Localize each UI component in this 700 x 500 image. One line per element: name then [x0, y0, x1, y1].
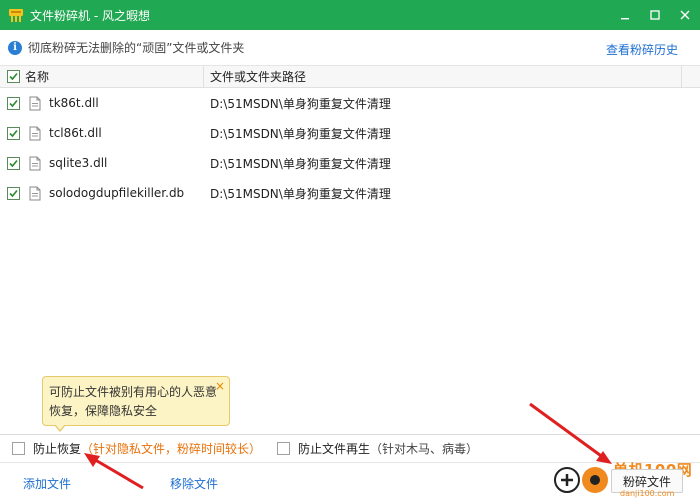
row-checkbox[interactable] — [7, 186, 20, 200]
tooltip-line-2: 恢复，保障隐私安全 — [49, 404, 158, 418]
prevent-recovery-note: （针对隐私文件，粉碎时间较长） — [81, 442, 262, 456]
close-button[interactable] — [670, 0, 700, 30]
prevent-regen-checkbox[interactable] — [277, 442, 291, 455]
info-bar: i 彻底粉碎无法删除的“顽固”文件或文件夹 查看粉碎历史 — [0, 30, 700, 66]
row-checkbox[interactable] — [7, 156, 20, 170]
info-icon: i — [8, 40, 22, 55]
prevent-regen-label: 防止文件再生 — [298, 442, 371, 456]
minimize-button[interactable] — [610, 0, 640, 30]
watermark-url: danji100.com — [620, 489, 675, 498]
tooltip-close-icon[interactable]: × — [215, 377, 225, 396]
file-icon — [29, 186, 41, 200]
column-path-label: 文件或文件夹路径 — [210, 70, 307, 84]
table-row[interactable]: tk86t.dll D:\51MSDN\单身狗重复文件清理 — [0, 88, 700, 118]
table-row[interactable]: sqlite3.dll D:\51MSDN\单身狗重复文件清理 — [0, 148, 700, 178]
prevent-recovery-checkbox[interactable] — [12, 442, 25, 455]
remove-file-button[interactable]: 移除文件 — [170, 475, 218, 492]
column-path-header[interactable]: 文件或文件夹路径 — [204, 65, 682, 88]
tooltip-tail-inner — [55, 424, 65, 430]
prevent-regen-option[interactable]: 防止文件再生 （针对木马、病毒） — [265, 440, 478, 457]
prevent-recovery-tooltip: 可防止文件被别有用心的人恶意 恢复，保障隐私安全 × — [42, 376, 230, 426]
file-icon — [29, 96, 41, 110]
tooltip-line-1: 可防止文件被别有用心的人恶意 — [49, 385, 218, 399]
file-name: tcl86t.dll — [49, 126, 102, 140]
column-name-header[interactable]: 名称 — [0, 65, 204, 88]
select-all-checkbox[interactable] — [7, 70, 20, 83]
file-list: tk86t.dll D:\51MSDN\单身狗重复文件清理 tcl86t.dll… — [0, 88, 700, 208]
prevent-recovery-label: 防止恢复 — [33, 442, 82, 456]
add-file-button[interactable]: 添加文件 — [23, 475, 71, 492]
info-text: 彻底粉碎无法删除的“顽固”文件或文件夹 — [28, 41, 245, 55]
file-name: solodogdupfilekiller.db — [49, 186, 185, 200]
file-name: tk86t.dll — [49, 96, 99, 110]
file-path: D:\51MSDN\单身狗重复文件清理 — [210, 96, 391, 111]
shredder-app-icon — [8, 7, 24, 23]
table-header: 名称 文件或文件夹路径 — [0, 65, 700, 88]
file-icon — [29, 126, 41, 140]
row-checkbox[interactable] — [7, 96, 20, 110]
file-name: sqlite3.dll — [49, 156, 108, 170]
file-path: D:\51MSDN\单身狗重复文件清理 — [210, 156, 391, 171]
prevent-regen-note: （针对木马、病毒） — [370, 442, 479, 456]
file-path: D:\51MSDN\单身狗重复文件清理 — [210, 126, 391, 141]
window-title: 文件粉碎机 - 风之暇想 — [30, 8, 150, 23]
table-row[interactable]: tcl86t.dll D:\51MSDN\单身狗重复文件清理 — [0, 118, 700, 148]
file-path: D:\51MSDN\单身狗重复文件清理 — [210, 186, 391, 201]
column-name-label: 名称 — [25, 70, 50, 84]
file-icon — [29, 156, 41, 170]
title-bar: 文件粉碎机 - 风之暇想 — [0, 0, 700, 30]
prevent-recovery-option[interactable]: 防止恢复 （针对隐私文件，粉碎时间较长） — [0, 440, 261, 457]
row-checkbox[interactable] — [7, 126, 20, 140]
table-row[interactable]: solodogdupfilekiller.db D:\51MSDN\单身狗重复文… — [0, 178, 700, 208]
shred-files-label: 粉碎文件 — [622, 474, 671, 489]
view-shred-history-link[interactable]: 查看粉碎历史 — [606, 41, 678, 58]
maximize-button[interactable] — [640, 0, 670, 30]
